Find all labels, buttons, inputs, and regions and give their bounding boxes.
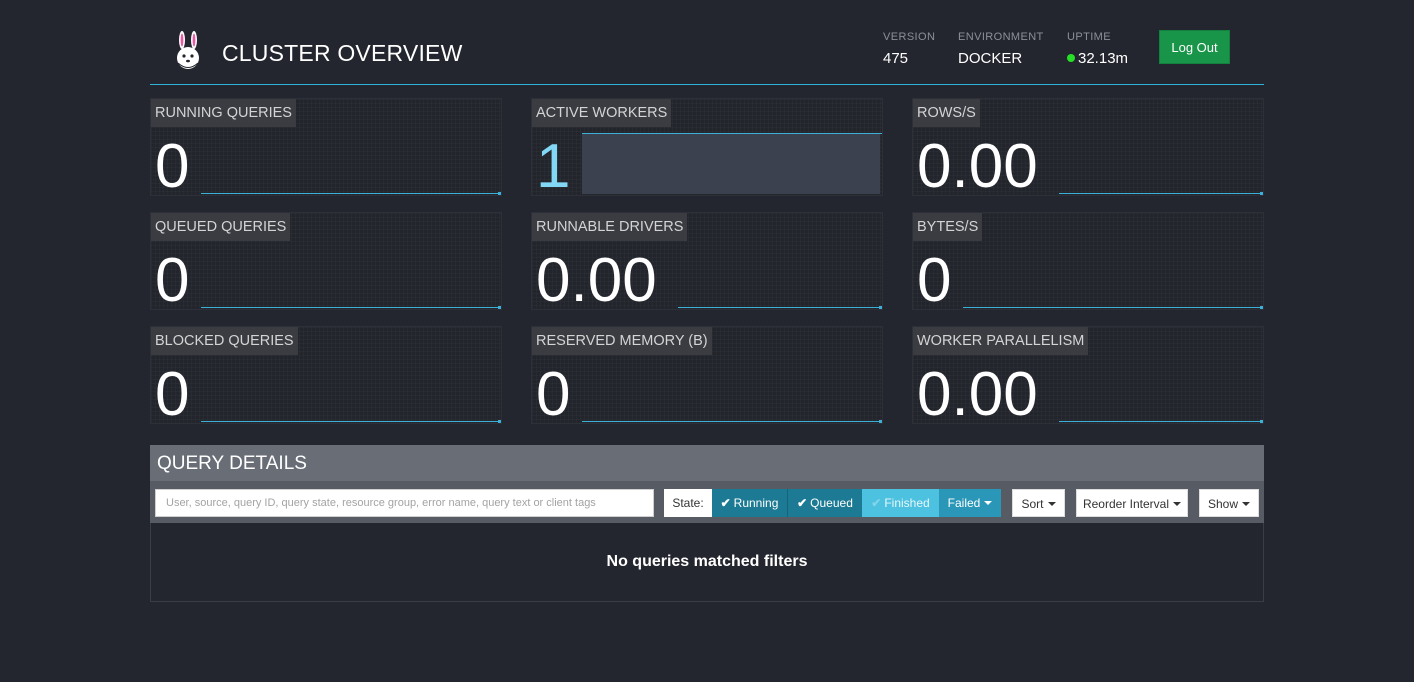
check-icon: ✔ <box>720 496 731 510</box>
filter-label: Queued <box>810 496 853 510</box>
sparkline <box>678 307 881 308</box>
sparkline-area <box>582 134 880 194</box>
environment-info: ENVIRONMENT DOCKER <box>958 31 1044 67</box>
stat-value: 0 <box>917 246 952 310</box>
filter-label: Running <box>733 496 779 510</box>
stat-tile-active-workers: ACTIVE WORKERS 1 <box>531 98 883 196</box>
sparkline-endpoint <box>1260 192 1263 195</box>
filter-label: Finished <box>884 496 930 510</box>
page-header: CLUSTER OVERVIEW VERSION 475 ENVIRONMENT… <box>150 0 1264 85</box>
stat-label: BLOCKED QUERIES <box>151 327 298 355</box>
version-value: 475 <box>883 50 909 67</box>
caret-down-icon <box>984 501 993 505</box>
stat-value: 0 <box>155 246 190 310</box>
show-label: Show <box>1207 497 1239 511</box>
show-dropdown[interactable]: Show <box>1199 489 1259 517</box>
environment-label: ENVIRONMENT <box>958 31 1044 43</box>
check-icon: ✔ <box>871 496 882 510</box>
stat-label: WORKER PARALLELISM <box>913 327 1089 355</box>
sort-label: Sort <box>1021 497 1044 511</box>
sparkline <box>582 421 881 422</box>
sparkline-endpoint <box>498 192 501 195</box>
sort-dropdown[interactable]: Sort <box>1012 489 1065 517</box>
sparkline-endpoint <box>498 306 501 309</box>
reorder-interval-dropdown[interactable]: Reorder Interval <box>1076 489 1188 517</box>
stat-label: QUEUED QUERIES <box>151 213 291 241</box>
query-list: No queries matched filters <box>150 523 1264 602</box>
sparkline <box>963 307 1262 308</box>
stat-tile-rows-per-sec: ROWS/S 0.00 <box>912 98 1264 196</box>
reorder-label: Reorder Interval <box>1082 497 1170 511</box>
query-search-input[interactable] <box>155 489 654 517</box>
sparkline <box>201 307 500 308</box>
caret-down-icon <box>1047 502 1056 506</box>
sparkline-endpoint <box>1260 420 1263 423</box>
sparkline-endpoint <box>498 420 501 423</box>
stat-tile-running-queries: RUNNING QUERIES 0 <box>150 98 502 196</box>
stat-label: RESERVED MEMORY (B) <box>532 327 712 355</box>
sparkline-endpoint <box>1260 306 1263 309</box>
stat-value: 0.00 <box>917 132 1038 196</box>
version-info: VERSION 475 <box>883 31 935 67</box>
stat-label: ACTIVE WORKERS <box>532 99 672 127</box>
query-filter-toolbar: State: ✔Running ✔Queued ✔Finished Failed… <box>150 481 1264 523</box>
stat-tile-bytes-per-sec: BYTES/S 0 <box>912 212 1264 310</box>
uptime-label: UPTIME <box>1067 31 1111 43</box>
stat-tile-queued-queries: QUEUED QUERIES 0 <box>150 212 502 310</box>
sparkline <box>1059 421 1262 422</box>
filter-running-button[interactable]: ✔ Running <box>712 489 788 517</box>
page-title: CLUSTER OVERVIEW <box>222 40 463 66</box>
environment-value: DOCKER <box>958 50 1023 67</box>
version-label: VERSION <box>883 31 936 43</box>
check-icon: ✔ <box>797 496 808 510</box>
sparkline-endpoint <box>879 420 882 423</box>
sparkline <box>201 421 500 422</box>
uptime-value: 32.13m <box>1078 50 1129 67</box>
uptime-status-dot-icon <box>1067 54 1075 62</box>
sparkline <box>582 133 882 134</box>
logout-button[interactable]: Log Out <box>1159 30 1230 64</box>
caret-down-icon <box>1242 502 1251 506</box>
stat-value: 0.00 <box>536 246 657 310</box>
sparkline <box>201 193 500 194</box>
filter-label: Failed <box>947 496 981 510</box>
filter-queued-button[interactable]: ✔ Queued <box>788 489 862 517</box>
stat-label: RUNNABLE DRIVERS <box>532 213 688 241</box>
stat-tile-reserved-memory: RESERVED MEMORY (B) 0 <box>531 326 883 424</box>
page-container: CLUSTER OVERVIEW VERSION 475 ENVIRONMENT… <box>150 0 1264 602</box>
empty-state-message: No queries matched filters <box>606 553 808 570</box>
sparkline-endpoint <box>879 306 882 309</box>
stat-value: 0.00 <box>917 360 1038 424</box>
uptime-value-row: 32.13m <box>1067 50 1128 67</box>
stat-tile-runnable-drivers: RUNNABLE DRIVERS 0.00 <box>531 212 883 310</box>
filter-finished-button[interactable]: ✔ Finished <box>862 489 939 517</box>
filter-failed-dropdown[interactable]: Failed <box>939 489 1001 517</box>
uptime-info: UPTIME 32.13m <box>1067 31 1128 67</box>
stat-value: 0 <box>155 132 190 196</box>
stat-value: 0 <box>155 360 190 424</box>
stat-label: RUNNING QUERIES <box>151 99 296 127</box>
stat-value: 1 <box>536 132 571 196</box>
caret-down-icon <box>1173 502 1182 506</box>
stat-value: 0 <box>536 360 571 424</box>
sparkline <box>1059 193 1262 194</box>
stat-label: ROWS/S <box>913 99 980 127</box>
state-filter-label: State: <box>664 489 712 517</box>
query-details-title: QUERY DETAILS <box>150 445 1264 481</box>
bunny-logo-icon <box>177 31 199 69</box>
stat-label: BYTES/S <box>913 213 983 241</box>
stat-tile-blocked-queries: BLOCKED QUERIES 0 <box>150 326 502 424</box>
stat-tile-worker-parallelism: WORKER PARALLELISM 0.00 <box>912 326 1264 424</box>
